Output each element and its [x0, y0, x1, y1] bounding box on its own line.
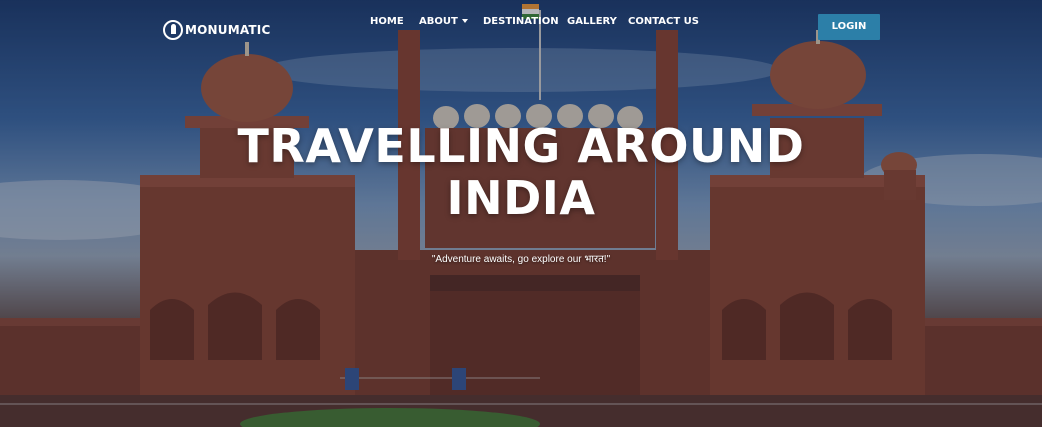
nav-destination-link[interactable]: DESTINATION [483, 16, 559, 27]
hero-section: MONUMATIC HOME ABOUT DESTINATION GALLERY… [0, 0, 1042, 427]
hero-tagline: "Adventure awaits, go explore our भारत!" [431, 254, 611, 265]
hero-title-line-2: INDIA [446, 171, 596, 225]
nav-about-label: ABOUT [419, 15, 458, 27]
hero-title: TRAVELLING AROUND INDIA [0, 120, 1042, 224]
nav-contact-link[interactable]: CONTACT US [628, 16, 699, 27]
monument-icon [163, 20, 183, 40]
top-navbar: MONUMATIC HOME ABOUT DESTINATION GALLERY… [0, 0, 1042, 56]
brand-logo[interactable]: MONUMATIC [163, 19, 270, 41]
brand-name: MONUMATIC [185, 23, 271, 37]
login-button[interactable]: LOGIN [818, 14, 880, 40]
nav-about-dropdown[interactable]: ABOUT [419, 16, 468, 27]
nav-home-link[interactable]: HOME [370, 16, 404, 27]
caret-down-icon [461, 19, 468, 23]
hero-title-line-1: TRAVELLING AROUND [237, 119, 805, 173]
nav-gallery-link[interactable]: GALLERY [567, 16, 617, 27]
